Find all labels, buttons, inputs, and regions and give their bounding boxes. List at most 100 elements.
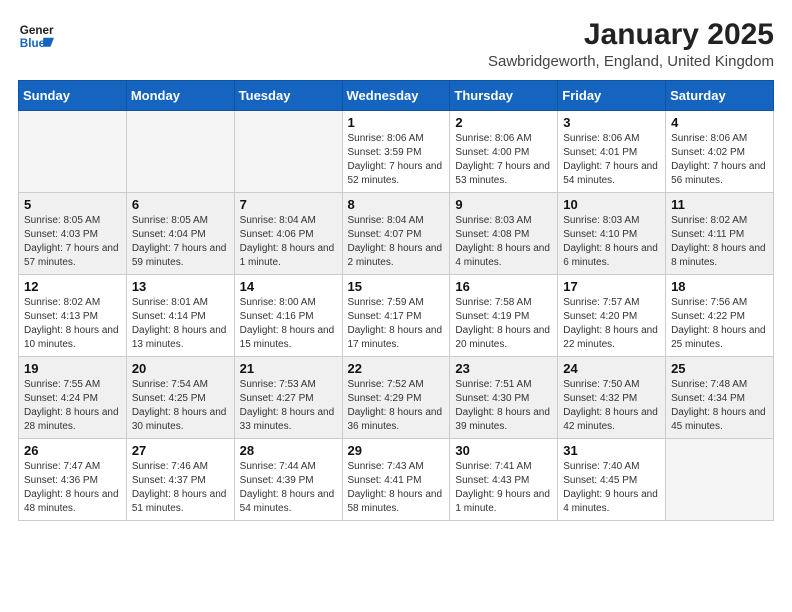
calendar-day-cell: 27 Sunrise: 7:46 AMSunset: 4:37 PMDayligh…: [126, 439, 234, 521]
day-number: 23: [455, 361, 552, 376]
svg-text:General: General: [20, 24, 54, 37]
day-number: 5: [24, 197, 121, 212]
calendar-day-cell: 20Sunrise: 7:54 AMSunset: 4:25 PMDayligh…: [126, 357, 234, 439]
day-info: Sunrise: 8:02 AMSunset: 4:11 PMDaylight:…: [671, 214, 768, 270]
calendar-day-cell: [234, 111, 342, 193]
calendar-day-cell: [126, 111, 234, 193]
calendar-day-cell: 21Sunrise: 7:53 AMSunset: 4:27 PMDayligh…: [234, 357, 342, 439]
day-info: Sunrise: 8:06 AMSunset: 3:59 PMDaylight:…: [348, 132, 445, 188]
calendar-day-cell: 26Sunrise: 7:47 AMSunset: 4:36 PMDayligh…: [19, 439, 127, 521]
day-number: 8: [348, 197, 445, 212]
day-number: 31: [563, 443, 660, 458]
day-info: Sunrise: 7:43 AMSunset: 4:41 PMDaylight:…: [348, 460, 445, 516]
day-info: Sunrise: 8:04 AMSunset: 4:07 PMDaylight:…: [348, 214, 445, 270]
calendar-day-cell: 2 Sunrise: 8:06 AMSunset: 4:00 PMDaylight…: [450, 111, 558, 193]
day-number: 11: [671, 197, 768, 212]
calendar-day-cell: 19 Sunrise: 7:55 AMSunset: 4:24 PMDayligh…: [19, 357, 127, 439]
day-info: Sunrise: 7:40 AMSunset: 4:45 PMDaylight:…: [563, 460, 660, 516]
calendar-day-cell: 25 Sunrise: 7:48 AMSunset: 4:34 PMDayligh…: [666, 357, 774, 439]
calendar-day-cell: 14Sunrise: 8:00 AMSunset: 4:16 PMDayligh…: [234, 275, 342, 357]
day-number: 19: [24, 361, 121, 376]
day-info: Sunrise: 7:41 AMSunset: 4:43 PMDaylight:…: [455, 460, 552, 516]
calendar-day-cell: 3Sunrise: 8:06 AMSunset: 4:01 PMDaylight…: [558, 111, 666, 193]
day-info: Sunrise: 7:58 AMSunset: 4:19 PMDaylight:…: [455, 296, 552, 352]
calendar-day-cell: 12Sunrise: 8:02 AMSunset: 4:13 PMDayligh…: [19, 275, 127, 357]
day-number: 21: [240, 361, 337, 376]
logo-icon: General Blue: [18, 18, 54, 54]
day-number: 15: [348, 279, 445, 294]
day-info: Sunrise: 7:56 AMSunset: 4:22 PMDaylight:…: [671, 296, 768, 352]
day-info: Sunrise: 7:46 AMSunset: 4:37 PMDaylight:…: [132, 460, 229, 516]
col-wednesday: Wednesday: [342, 81, 450, 111]
calendar-week-row: 19 Sunrise: 7:55 AMSunset: 4:24 PMDayligh…: [19, 357, 774, 439]
day-number: 17: [563, 279, 660, 294]
day-number: 13: [132, 279, 229, 294]
day-info: Sunrise: 7:57 AMSunset: 4:20 PMDaylight:…: [563, 296, 660, 352]
logo: General Blue: [18, 18, 54, 54]
day-info: Sunrise: 7:44 AMSunset: 4:39 PMDaylight:…: [240, 460, 337, 516]
calendar-day-cell: 29Sunrise: 7:43 AMSunset: 4:41 PMDayligh…: [342, 439, 450, 521]
day-number: 4: [671, 115, 768, 130]
calendar-week-row: 12Sunrise: 8:02 AMSunset: 4:13 PMDayligh…: [19, 275, 774, 357]
day-number: 1: [348, 115, 445, 130]
calendar-week-row: 26Sunrise: 7:47 AMSunset: 4:36 PMDayligh…: [19, 439, 774, 521]
day-number: 2: [455, 115, 552, 130]
calendar-day-cell: [666, 439, 774, 521]
day-info: Sunrise: 7:50 AMSunset: 4:32 PMDaylight:…: [563, 378, 660, 434]
day-number: 24: [563, 361, 660, 376]
calendar-day-cell: 11 Sunrise: 8:02 AMSunset: 4:11 PMDayligh…: [666, 193, 774, 275]
calendar-day-cell: 7Sunrise: 8:04 AMSunset: 4:06 PMDaylight…: [234, 193, 342, 275]
day-number: 9: [455, 197, 552, 212]
day-info: Sunrise: 7:51 AMSunset: 4:30 PMDaylight:…: [455, 378, 552, 434]
day-info: Sunrise: 7:48 AMSunset: 4:34 PMDaylight:…: [671, 378, 768, 434]
day-number: 14: [240, 279, 337, 294]
day-info: Sunrise: 8:01 AMSunset: 4:14 PMDaylight:…: [132, 296, 229, 352]
day-number: 10: [563, 197, 660, 212]
day-number: 6: [132, 197, 229, 212]
day-info: Sunrise: 8:06 AMSunset: 4:00 PMDaylight:…: [455, 132, 552, 188]
calendar-day-cell: 22 Sunrise: 7:52 AMSunset: 4:29 PMDayligh…: [342, 357, 450, 439]
header: General Blue January 2025 Sawbridgeworth…: [18, 18, 774, 70]
calendar-week-row: 1 Sunrise: 8:06 AMSunset: 3:59 PMDaylight…: [19, 111, 774, 193]
day-number: 22: [348, 361, 445, 376]
calendar-day-cell: 23 Sunrise: 7:51 AMSunset: 4:30 PMDayligh…: [450, 357, 558, 439]
calendar-header-row: Sunday Monday Tuesday Wednesday Thursday…: [19, 81, 774, 111]
calendar-day-cell: 24 Sunrise: 7:50 AMSunset: 4:32 PMDayligh…: [558, 357, 666, 439]
calendar-day-cell: 16 Sunrise: 7:58 AMSunset: 4:19 PMDayligh…: [450, 275, 558, 357]
col-friday: Friday: [558, 81, 666, 111]
col-sunday: Sunday: [19, 81, 127, 111]
day-number: 16: [455, 279, 552, 294]
day-number: 26: [24, 443, 121, 458]
calendar-week-row: 5 Sunrise: 8:05 AMSunset: 4:03 PMDaylight…: [19, 193, 774, 275]
day-info: Sunrise: 8:02 AMSunset: 4:13 PMDaylight:…: [24, 296, 121, 352]
calendar-day-cell: [19, 111, 127, 193]
calendar: Sunday Monday Tuesday Wednesday Thursday…: [18, 80, 774, 521]
day-info: Sunrise: 8:05 AMSunset: 4:03 PMDaylight:…: [24, 214, 121, 270]
day-info: Sunrise: 8:03 AMSunset: 4:10 PMDaylight:…: [563, 214, 660, 270]
location-title: Sawbridgeworth, England, United Kingdom: [488, 53, 774, 70]
svg-text:Blue: Blue: [20, 37, 46, 50]
calendar-day-cell: 30 Sunrise: 7:41 AMSunset: 4:43 PMDayligh…: [450, 439, 558, 521]
day-info: Sunrise: 8:06 AMSunset: 4:01 PMDaylight:…: [563, 132, 660, 188]
day-info: Sunrise: 8:05 AMSunset: 4:04 PMDaylight:…: [132, 214, 229, 270]
calendar-day-cell: 15Sunrise: 7:59 AMSunset: 4:17 PMDayligh…: [342, 275, 450, 357]
day-info: Sunrise: 8:03 AMSunset: 4:08 PMDaylight:…: [455, 214, 552, 270]
day-info: Sunrise: 7:52 AMSunset: 4:29 PMDaylight:…: [348, 378, 445, 434]
page: General Blue January 2025 Sawbridgeworth…: [0, 0, 792, 533]
day-info: Sunrise: 8:04 AMSunset: 4:06 PMDaylight:…: [240, 214, 337, 270]
title-block: January 2025 Sawbridgeworth, England, Un…: [488, 18, 774, 70]
calendar-day-cell: 31 Sunrise: 7:40 AMSunset: 4:45 PMDayligh…: [558, 439, 666, 521]
calendar-day-cell: 5 Sunrise: 8:05 AMSunset: 4:03 PMDaylight…: [19, 193, 127, 275]
calendar-day-cell: 6 Sunrise: 8:05 AMSunset: 4:04 PMDaylight…: [126, 193, 234, 275]
day-number: 27: [132, 443, 229, 458]
day-number: 25: [671, 361, 768, 376]
day-number: 30: [455, 443, 552, 458]
calendar-day-cell: 17 Sunrise: 7:57 AMSunset: 4:20 PMDayligh…: [558, 275, 666, 357]
calendar-day-cell: 1 Sunrise: 8:06 AMSunset: 3:59 PMDaylight…: [342, 111, 450, 193]
col-tuesday: Tuesday: [234, 81, 342, 111]
month-title: January 2025: [488, 18, 774, 51]
day-info: Sunrise: 8:06 AMSunset: 4:02 PMDaylight:…: [671, 132, 768, 188]
day-number: 28: [240, 443, 337, 458]
day-info: Sunrise: 7:55 AMSunset: 4:24 PMDaylight:…: [24, 378, 121, 434]
col-saturday: Saturday: [666, 81, 774, 111]
